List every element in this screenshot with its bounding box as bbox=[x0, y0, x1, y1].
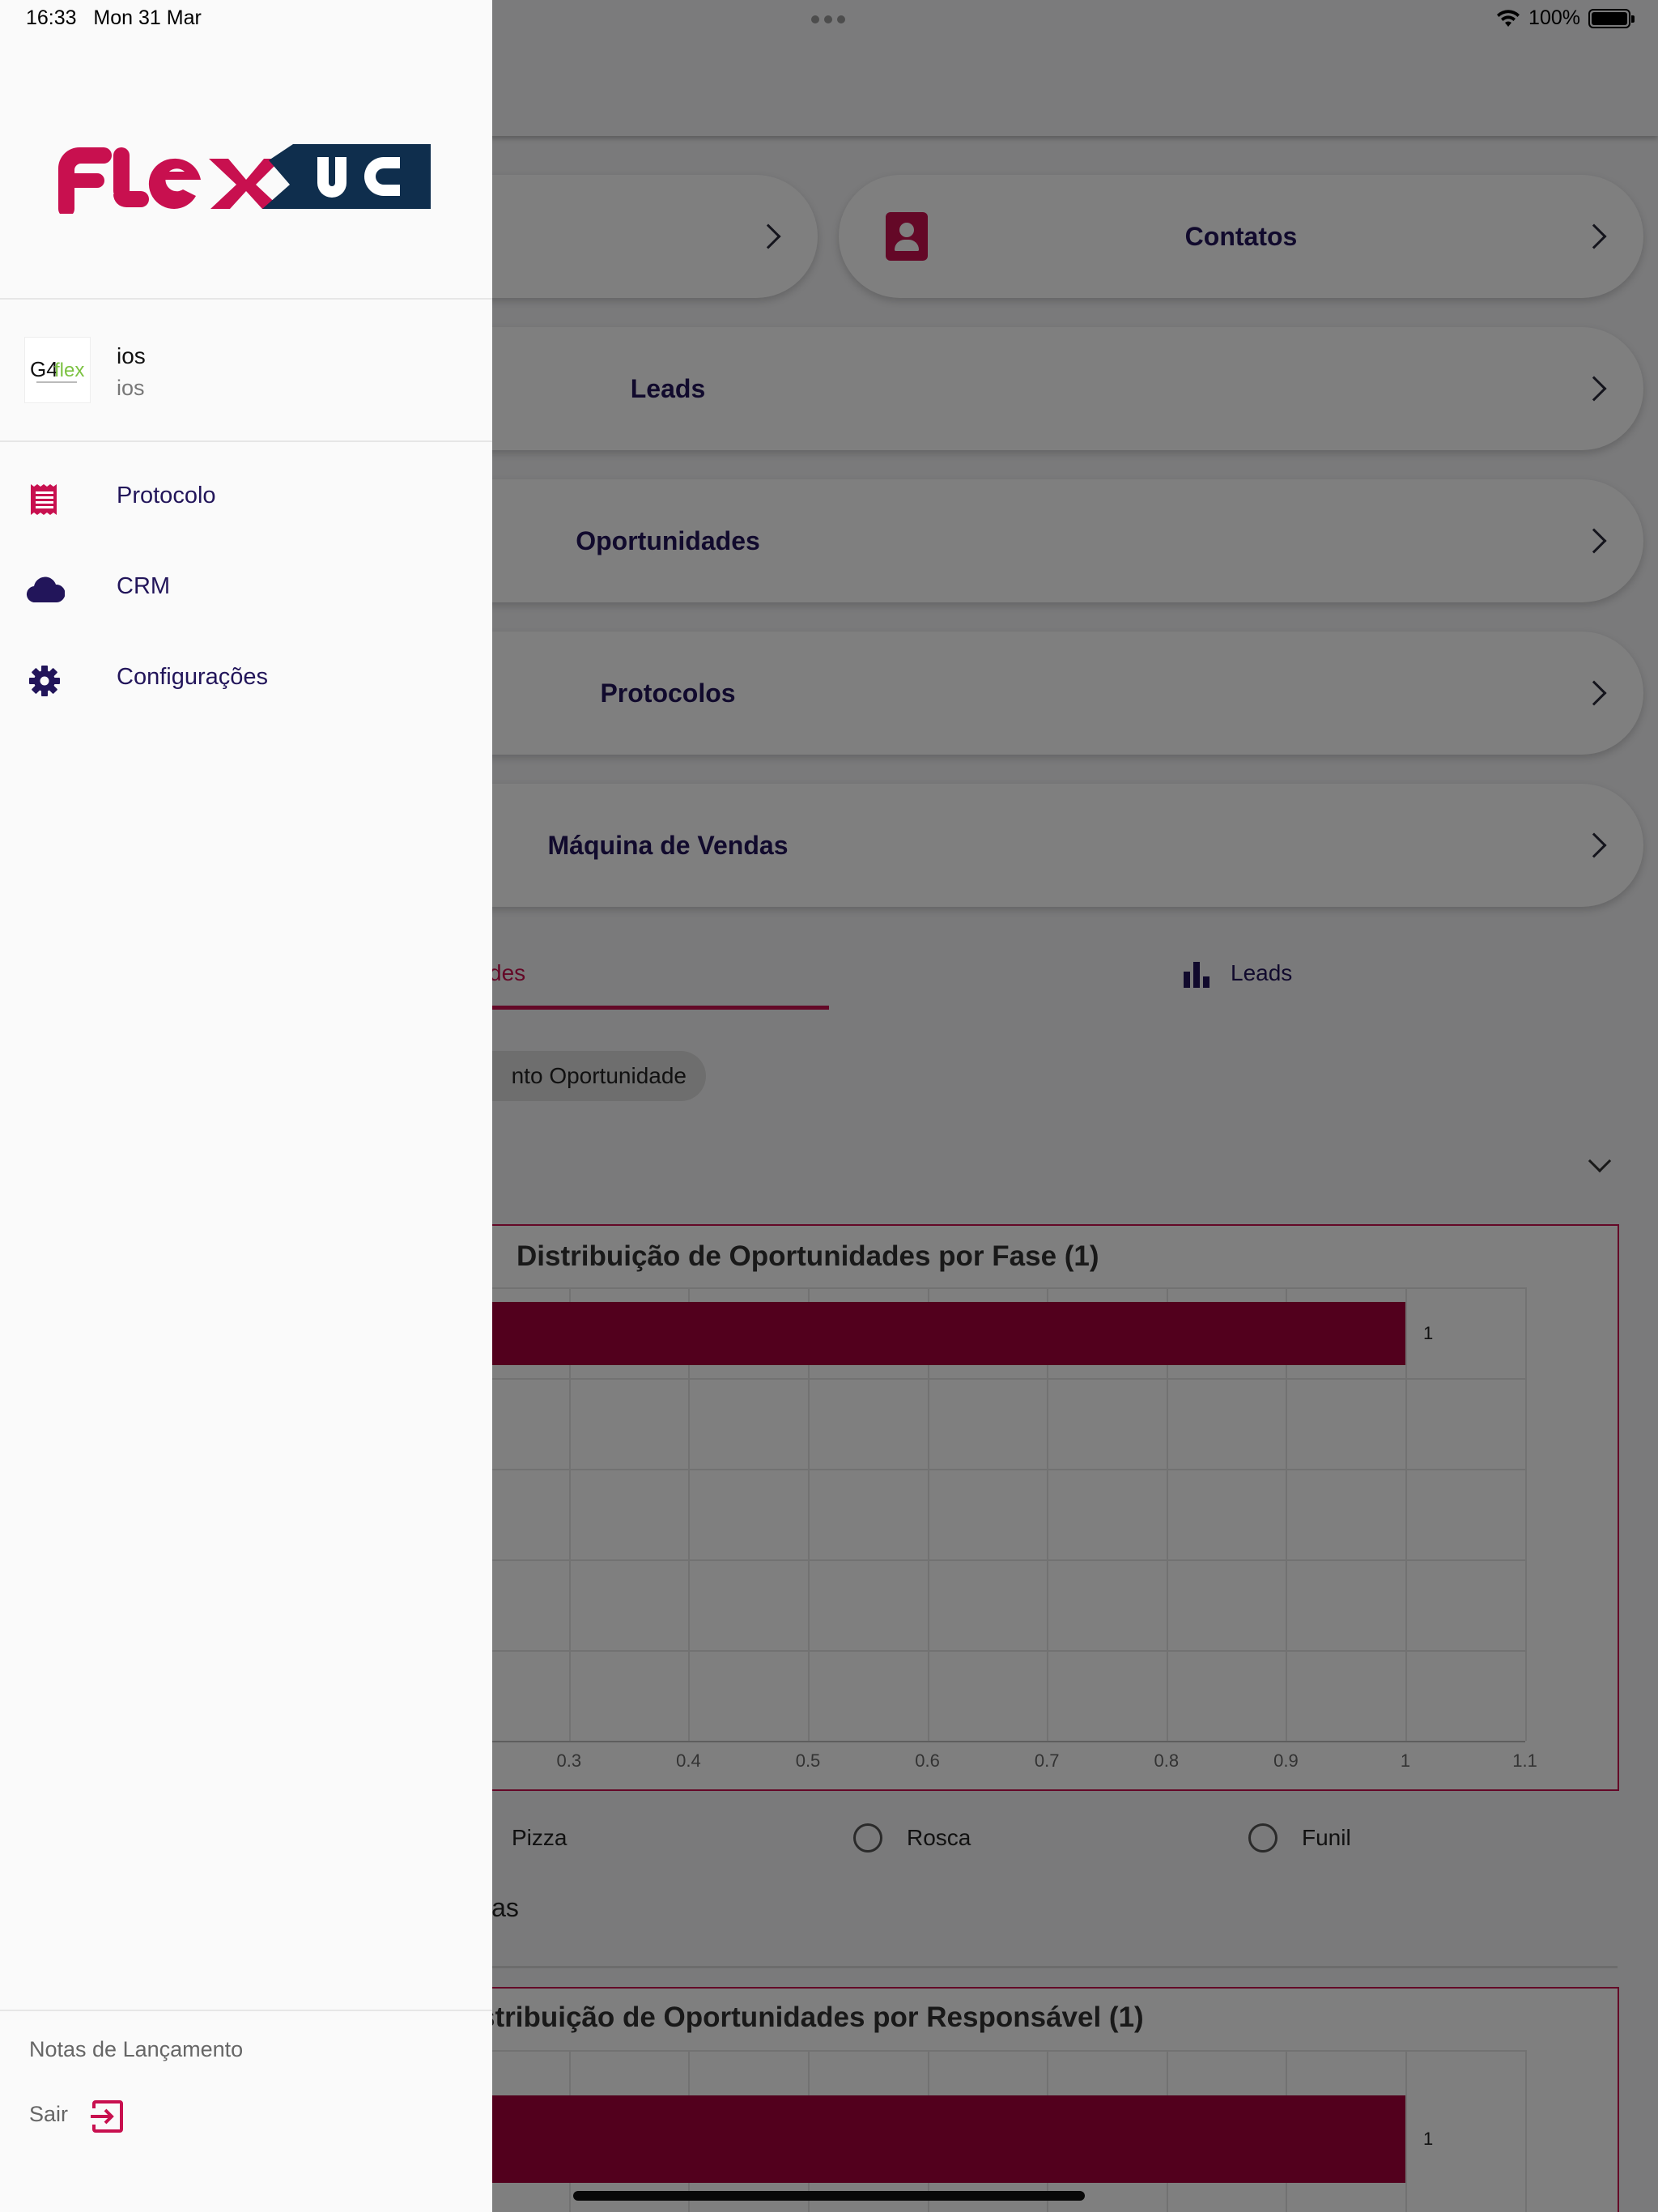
menu-label: CRM bbox=[117, 573, 171, 599]
gear-icon bbox=[29, 666, 60, 696]
user-name: ios bbox=[117, 343, 146, 368]
menu-item-crm[interactable]: CRM bbox=[0, 549, 492, 630]
flexuc-logo bbox=[58, 144, 431, 214]
user-subtitle: ios bbox=[117, 376, 145, 400]
status-time: 16:33 bbox=[26, 6, 77, 29]
drawer-divider bbox=[0, 2010, 492, 2011]
receipt-icon bbox=[31, 484, 57, 515]
svg-text:flex: flex bbox=[54, 359, 84, 381]
cloud-icon bbox=[27, 576, 65, 603]
avatar: G4 flex bbox=[24, 337, 91, 403]
release-notes-link[interactable]: Notas de Lançamento bbox=[29, 2037, 243, 2062]
drawer-divider bbox=[0, 298, 492, 300]
menu-item-configuracoes[interactable]: Configurações bbox=[0, 640, 492, 721]
menu-item-protocolo[interactable]: Protocolo bbox=[0, 458, 492, 539]
navigation-drawer: 16:33 Mon 31 Mar G4 flex ios ios Protoco… bbox=[0, 0, 492, 2212]
menu-label: Protocolo bbox=[117, 483, 216, 508]
g4flex-logo: G4 flex bbox=[30, 357, 84, 383]
menu-label: Configurações bbox=[117, 664, 268, 690]
drawer-divider bbox=[0, 440, 492, 442]
logout-icon[interactable] bbox=[89, 2099, 125, 2134]
logout-button[interactable]: Sair bbox=[29, 2102, 68, 2127]
status-bar-left: 16:33 Mon 31 Mar bbox=[26, 6, 202, 30]
status-date: Mon 31 Mar bbox=[93, 6, 202, 29]
